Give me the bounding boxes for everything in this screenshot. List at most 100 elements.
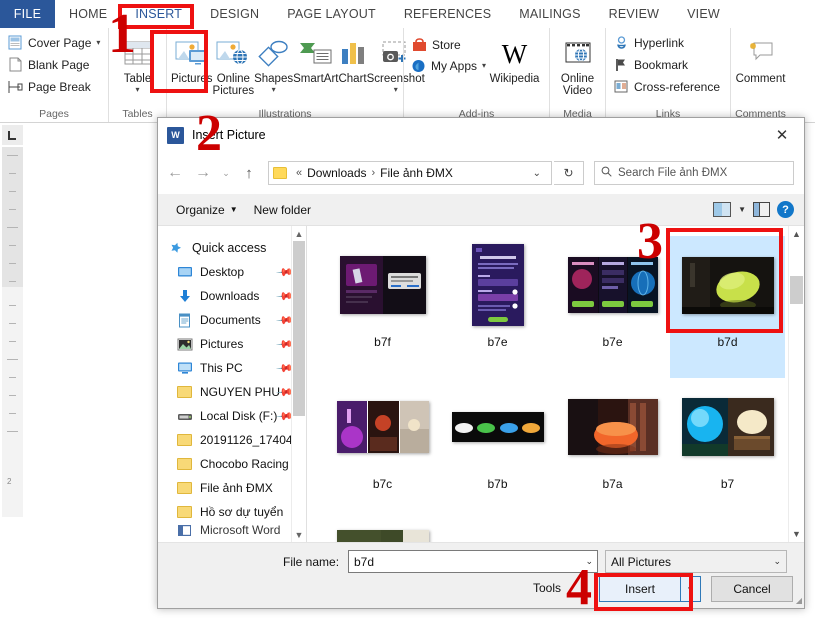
chart-button[interactable]: Chart <box>338 33 366 85</box>
scroll-up-icon[interactable]: ▲ <box>789 226 804 242</box>
sidebar-item-ho-so-du-tuyen[interactable]: Hồ sơ dự tuyển <box>158 500 306 524</box>
list-item-selected[interactable]: b7d <box>670 236 785 378</box>
address-bar[interactable]: « Downloads › File ảnh ĐMX ⌄ <box>268 161 552 185</box>
file-name-input[interactable]: b7d ⌄ <box>348 550 598 573</box>
desktop-icon <box>176 264 193 280</box>
new-folder-button[interactable]: New folder <box>248 200 317 220</box>
back-icon[interactable]: ← <box>162 160 188 186</box>
blank-page-button[interactable]: Blank Page <box>4 54 92 75</box>
breadcrumb-downloads[interactable]: Downloads <box>307 166 366 180</box>
scroll-up-icon[interactable]: ▲ <box>292 226 306 241</box>
my-apps-button[interactable]: My Apps ▾ <box>408 55 482 76</box>
list-item[interactable]: b7 <box>670 378 785 520</box>
insert-dropdown-icon[interactable]: ▼ <box>681 576 701 602</box>
scrollbar-thumb[interactable] <box>790 276 803 304</box>
navigation-pane: Quick access Desktop 📌 Downloads 📌 <box>158 226 306 542</box>
chevron-down-icon[interactable]: ⌄ <box>585 556 593 567</box>
sidebar-item-label: Hồ sơ dự tuyển <box>200 505 283 519</box>
file-name: b7e <box>487 335 507 349</box>
tab-references[interactable]: REFERENCES <box>390 0 505 28</box>
chevron-down-icon: ⌄ <box>773 556 781 567</box>
sidebar-item-20191126[interactable]: 20191126_174047 <box>158 428 306 452</box>
breadcrumb-current-folder[interactable]: File ảnh ĐMX <box>380 166 453 180</box>
sidebar-item-local-disk[interactable]: Local Disk (F:) 📌 <box>158 404 306 428</box>
sidebar-item-desktop[interactable]: Desktop 📌 <box>158 260 306 284</box>
up-icon[interactable]: ↑ <box>236 160 262 186</box>
star-icon <box>168 240 185 256</box>
scroll-down-icon[interactable]: ▼ <box>789 526 804 542</box>
pictures-icon <box>176 336 193 352</box>
tab-insert[interactable]: INSERT <box>121 0 196 28</box>
tab-view[interactable]: VIEW <box>673 0 734 28</box>
file-list-scrollbar[interactable]: ▲ ▼ <box>788 226 804 542</box>
help-icon[interactable]: ? <box>777 201 794 218</box>
file-list-pane[interactable]: b7f <box>311 226 804 542</box>
chevron-down-icon[interactable]: ⌄ <box>527 168 547 179</box>
tools-button[interactable]: Tools <box>533 581 561 595</box>
sidebar-item-microsoft-word[interactable]: Microsoft Word <box>158 524 306 536</box>
list-item[interactable] <box>555 520 670 542</box>
wikipedia-button[interactable]: W Wikipedia <box>484 33 545 85</box>
close-icon[interactable]: ✕ <box>760 118 804 152</box>
list-item[interactable] <box>325 520 440 542</box>
tab-design[interactable]: DESIGN <box>196 0 273 28</box>
tab-review[interactable]: REVIEW <box>595 0 674 28</box>
page-break-button[interactable]: Page Break <box>4 76 94 97</box>
search-box[interactable]: Search File ảnh ĐMX <box>594 161 794 185</box>
organize-button[interactable]: Organize ▼ <box>170 200 244 220</box>
preview-pane-icon[interactable] <box>753 202 770 217</box>
recent-locations-icon[interactable]: ⌄ <box>218 160 234 186</box>
resize-grip-icon[interactable]: ◢ <box>796 596 801 605</box>
scroll-down-icon[interactable]: ▼ <box>292 527 306 542</box>
smartart-button[interactable]: SmartArt <box>293 33 338 85</box>
sidebar-item-pictures[interactable]: Pictures 📌 <box>158 332 306 356</box>
list-item[interactable] <box>440 520 555 542</box>
table-button[interactable]: Table ▾ <box>113 33 162 94</box>
refresh-icon[interactable]: ↻ <box>554 161 584 185</box>
tab-home[interactable]: HOME <box>55 0 121 28</box>
sidebar-item-quick-access[interactable]: Quick access <box>158 236 306 260</box>
list-item[interactable]: b7f <box>325 236 440 378</box>
online-pictures-button[interactable]: Online Pictures <box>213 33 255 97</box>
sidebar-item-downloads[interactable]: Downloads 📌 <box>158 284 306 308</box>
blank-page-label: Blank Page <box>28 58 89 72</box>
sidebar-item-nguyen-phu[interactable]: NGUYEN PHU 📌 <box>158 380 306 404</box>
view-caret-icon[interactable]: ▼ <box>738 205 746 214</box>
pictures-button[interactable]: Pictures <box>171 33 213 85</box>
tab-page-layout[interactable]: PAGE LAYOUT <box>273 0 390 28</box>
cross-reference-button[interactable]: Cross-reference <box>610 76 723 97</box>
list-item[interactable]: b7e <box>555 236 670 378</box>
list-item[interactable]: b7b <box>440 378 555 520</box>
insert-button[interactable]: Insert <box>599 576 681 602</box>
tab-mailings[interactable]: MAILINGS <box>505 0 594 28</box>
list-item[interactable]: b7e <box>440 236 555 378</box>
shapes-caret-icon[interactable]: ▾ <box>272 86 276 94</box>
cancel-button[interactable]: Cancel <box>711 576 793 602</box>
hyperlink-button[interactable]: Hyperlink <box>610 32 687 53</box>
sidebar-item-chocobo-racing[interactable]: Chocobo Racing <box>158 452 306 476</box>
list-item[interactable]: b7a <box>555 378 670 520</box>
comment-button[interactable]: Comment <box>735 33 786 85</box>
sidebar-item-this-pc[interactable]: This PC 📌 <box>158 356 306 380</box>
file-type-select[interactable]: All Pictures ⌄ <box>605 550 787 573</box>
sidebar-item-file-anh-dmx[interactable]: File ảnh ĐMX <box>158 476 306 500</box>
screenshot-caret-icon[interactable]: ▾ <box>394 86 398 94</box>
online-video-button[interactable]: Online Video <box>554 33 601 97</box>
forward-icon[interactable]: → <box>190 160 216 186</box>
tab-stop-selector[interactable] <box>2 125 23 145</box>
cover-page-button[interactable]: Cover Page ▾ <box>4 32 103 53</box>
shapes-button[interactable]: Shapes ▾ <box>254 33 293 94</box>
cover-page-caret-icon[interactable]: ▾ <box>96 38 100 47</box>
list-item[interactable]: b7c <box>325 378 440 520</box>
sidebar-item-label: Desktop <box>200 265 244 279</box>
list-item[interactable] <box>670 520 785 542</box>
navigation-scrollbar[interactable]: ▲ ▼ <box>291 226 306 542</box>
scrollbar-thumb[interactable] <box>293 241 305 416</box>
view-mode-icon[interactable] <box>713 202 731 217</box>
store-button[interactable]: Store <box>408 34 482 55</box>
tab-file[interactable]: FILE <box>0 0 55 28</box>
table-caret-icon[interactable]: ▾ <box>135 86 139 94</box>
dialog-toolbar: Organize ▼ New folder ▼ ? <box>158 194 804 226</box>
sidebar-item-documents[interactable]: Documents 📌 <box>158 308 306 332</box>
bookmark-button[interactable]: Bookmark <box>610 54 691 75</box>
